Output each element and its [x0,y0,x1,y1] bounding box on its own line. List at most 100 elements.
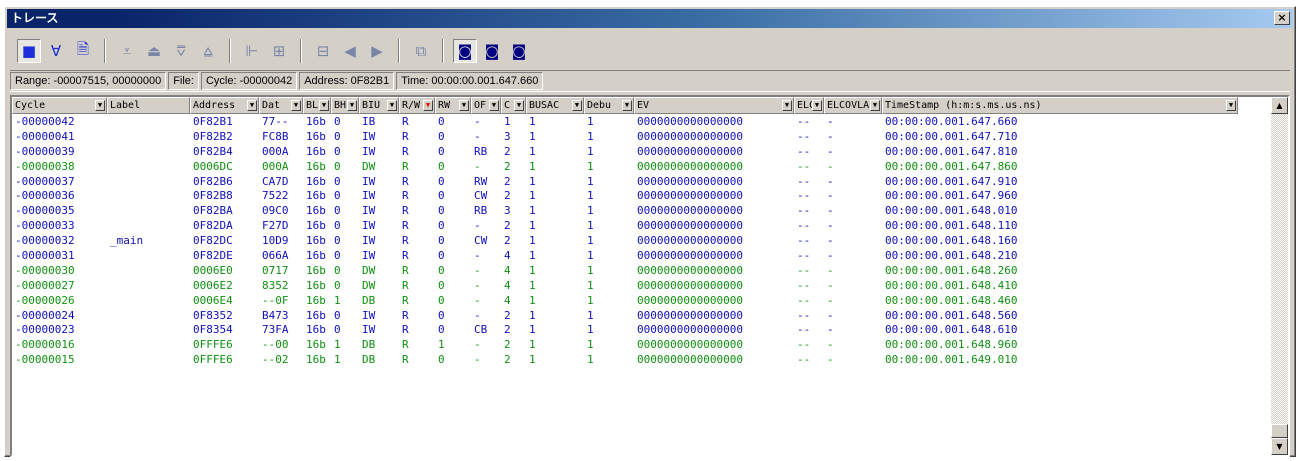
table-row[interactable]: -00000024 0F8352 B473 16b 0 IW R 0 - 2 1 1 000000000… [12,309,1238,324]
step-forward-button[interactable]: ▶ [365,39,389,63]
table-row[interactable]: -00000027 0006E2 8352 16b 0 DW R 0 - 4 1 1 000000000… [12,279,1238,294]
column-filter-dropdown-icon[interactable]: ▼ [95,100,105,111]
column-filter-dropdown-icon[interactable]: ▼ [622,100,632,111]
display-toggle-button[interactable]: ■ [17,39,41,63]
column-header[interactable]: TimeStamp (h:m:s.ms.us.ns) ▼ [882,97,1238,114]
table-cell: 00:00:00.001.648.010 [885,204,1018,218]
column-filter-dropdown-icon[interactable]: ▼ [423,100,433,111]
column-header[interactable]: BL ▼ [303,97,331,114]
table-row[interactable]: -00000039 0F82B4 000A 16b 0 IW R 0 RB 2 1 1 00000000… [12,145,1238,160]
table-cell: 0 [334,189,341,203]
table-cell: DW [362,278,376,292]
document-button[interactable]: 🗎 [71,39,95,63]
column-filter-dropdown-icon[interactable]: ▼ [319,100,329,111]
table-cell [107,338,190,353]
list-button[interactable]: ⊟ [311,39,335,63]
table-row[interactable]: -00000031 0F82DE 066A 16b 0 IW R 0 - 4 1 1 000000000… [12,249,1238,264]
column-header[interactable]: ELC ▼ [794,97,824,114]
scroll-up-button[interactable]: ▲ [1271,97,1288,114]
table-row[interactable]: -00000016 0FFFE6 --00 16b 1 DB R 1 - 2 1 1 000000000… [12,338,1238,353]
table-row[interactable]: -00000030 0006E0 0717 16b 0 DW R 0 - 4 1 1 000000000… [12,264,1238,279]
table-row[interactable]: -00000033 0F82DA F27D 16b 0 IW R 0 - 2 1 1 000000000… [12,219,1238,234]
column-header[interactable]: Cycle ▼ [12,97,107,114]
tree-button[interactable]: ⊩ [240,39,264,63]
table-cell: 0 [438,189,445,203]
table-cell: - [827,263,834,277]
table-row[interactable]: -00000026 0006E4 --0F 16b 1 DB R 0 - 4 1 1 000000000… [12,294,1238,309]
table-cell: 1 [587,174,594,188]
column-filter-dropdown-icon[interactable]: ▼ [489,100,499,111]
table-cell: 0 [334,323,341,337]
filter-button[interactable]: ∀ [44,39,68,63]
range-up-button[interactable]: ⩠ [196,39,220,63]
properties-button[interactable]: ⧉ [409,39,433,63]
table-cell: 16b [306,234,326,248]
column-filter-dropdown-icon[interactable]: ▼ [459,100,469,111]
column-filter-dropdown-icon[interactable]: ▼ [812,100,822,111]
column-header[interactable]: BIU ▼ [359,97,399,114]
table-row[interactable]: -00000037 0F82B6 CA7D 16b 0 IW R 0 RW 2 1 1 00000000… [12,175,1238,190]
table-row[interactable]: -00000023 0F8354 73FA 16b 0 IW R 0 CB 2 1 1 00000000… [12,323,1238,338]
table-row[interactable]: -00000038 0006DC 000A 16b 0 DW R 0 - 2 1 1 000000000… [12,160,1238,175]
column-header-label: Cycle [15,100,46,111]
table-row[interactable]: -00000035 0F82BA 09C0 16b 0 IW R 0 RB 3 1 1 00000000… [12,204,1238,219]
column-header[interactable]: R/W ▼ [399,97,435,114]
column-filter-dropdown-icon[interactable]: ▼ [347,100,357,111]
column-header[interactable]: Label [107,97,190,114]
search-button[interactable]: ◙ [453,39,477,63]
expand-button[interactable]: ⊞ [267,39,291,63]
column-filter-dropdown-icon[interactable]: ▼ [782,100,792,111]
trigger-up-button[interactable]: ⏏ [142,39,166,63]
table-cell: --00 [262,338,289,352]
range-down-button[interactable]: ⩢ [169,39,193,63]
column-filter-dropdown-icon[interactable]: ▼ [514,100,524,111]
table-cell: R [402,308,409,322]
table-cell: 0 [334,278,341,292]
table-cell: 16b [306,263,326,277]
column-filter-dropdown-icon[interactable]: ▼ [247,100,257,111]
table-cell [107,189,190,204]
table-cell: - [827,353,834,367]
table-row[interactable]: -00000032 _main 0F82DC 10D9 16b 0 IW R 0 CW 2 1 1 000… [12,234,1238,249]
column-header[interactable]: BH ▼ [331,97,359,114]
column-filter-dropdown-icon[interactable]: ▼ [870,100,880,111]
title-bar[interactable]: トレース × [7,9,1293,28]
close-button[interactable]: × [1274,11,1290,25]
table-cell: 0FFFE6 [193,338,233,352]
table-row[interactable]: -00000041 0F82B2 FC8B 16b 0 IW R 0 - 3 1 1 000000000… [12,130,1238,145]
table-row[interactable]: -00000036 0F82B8 7522 16b 0 IW R 0 CW 2 1 1 00000000… [12,189,1238,204]
search-next-button[interactable]: ◙ [507,39,531,63]
column-filter-dropdown-icon[interactable]: ▼ [387,100,397,111]
table-cell: 16b [306,219,326,233]
vertical-scrollbar[interactable]: ▲ ▼ [1271,97,1288,455]
table-cell: 0 [438,308,445,322]
table-row[interactable]: -00000015 0FFFE6 --02 16b 1 DB R 0 - 2 1 1 000000000… [12,353,1238,368]
trace-table[interactable]: Cycle ▼ Label Address ▼ Dat ▼ BL ▼ BH ▼ BIU ▼ R/W ▼ RW ▼… [10,95,1290,457]
step-back-button[interactable]: ◀ [338,39,362,63]
column-filter-dropdown-icon[interactable]: ▼ [291,100,301,111]
column-header[interactable]: Debu ▼ [584,97,634,114]
column-header[interactable]: BUSAC ▼ [526,97,584,114]
search-next-icon: ◙ [511,42,527,60]
column-filter-dropdown-icon[interactable]: ▼ [572,100,582,111]
column-header[interactable]: RW ▼ [435,97,471,114]
table-cell: IW [362,308,376,322]
table-cell: - [827,129,834,143]
column-header[interactable]: ELCOVLA ▼ [824,97,882,114]
table-cell: 0 [438,323,445,337]
column-header[interactable]: Address ▼ [190,97,259,114]
column-header[interactable]: C ▼ [501,97,526,114]
table-row[interactable]: -00000042 0F82B1 77-- 16b 0 IB R 0 - 1 1 1 000000000… [12,115,1238,130]
table-cell: 0FFFE6 [193,353,233,367]
search-prev-button[interactable]: ◙ [480,39,504,63]
column-filter-dropdown-icon[interactable]: ▼ [1226,100,1236,111]
trace-window: トレース × ■ ∀ 🗎 ⩡ ⏏ ⩢ ⩠ ⊩ ⊞ ⊟ ◀ ▶ ⧉ ◙ ◙ ◙ Range: -00007515… [4,6,1296,457]
scroll-thumb[interactable] [1271,424,1288,438]
trigger-down-button[interactable]: ⩡ [115,39,139,63]
table-cell [107,145,190,160]
column-header[interactable]: OF ▼ [471,97,501,114]
column-header[interactable]: Dat ▼ [259,97,303,114]
table-cell: - [827,338,834,352]
column-header[interactable]: EV ▼ [634,97,794,114]
scroll-down-button[interactable]: ▼ [1271,438,1288,455]
